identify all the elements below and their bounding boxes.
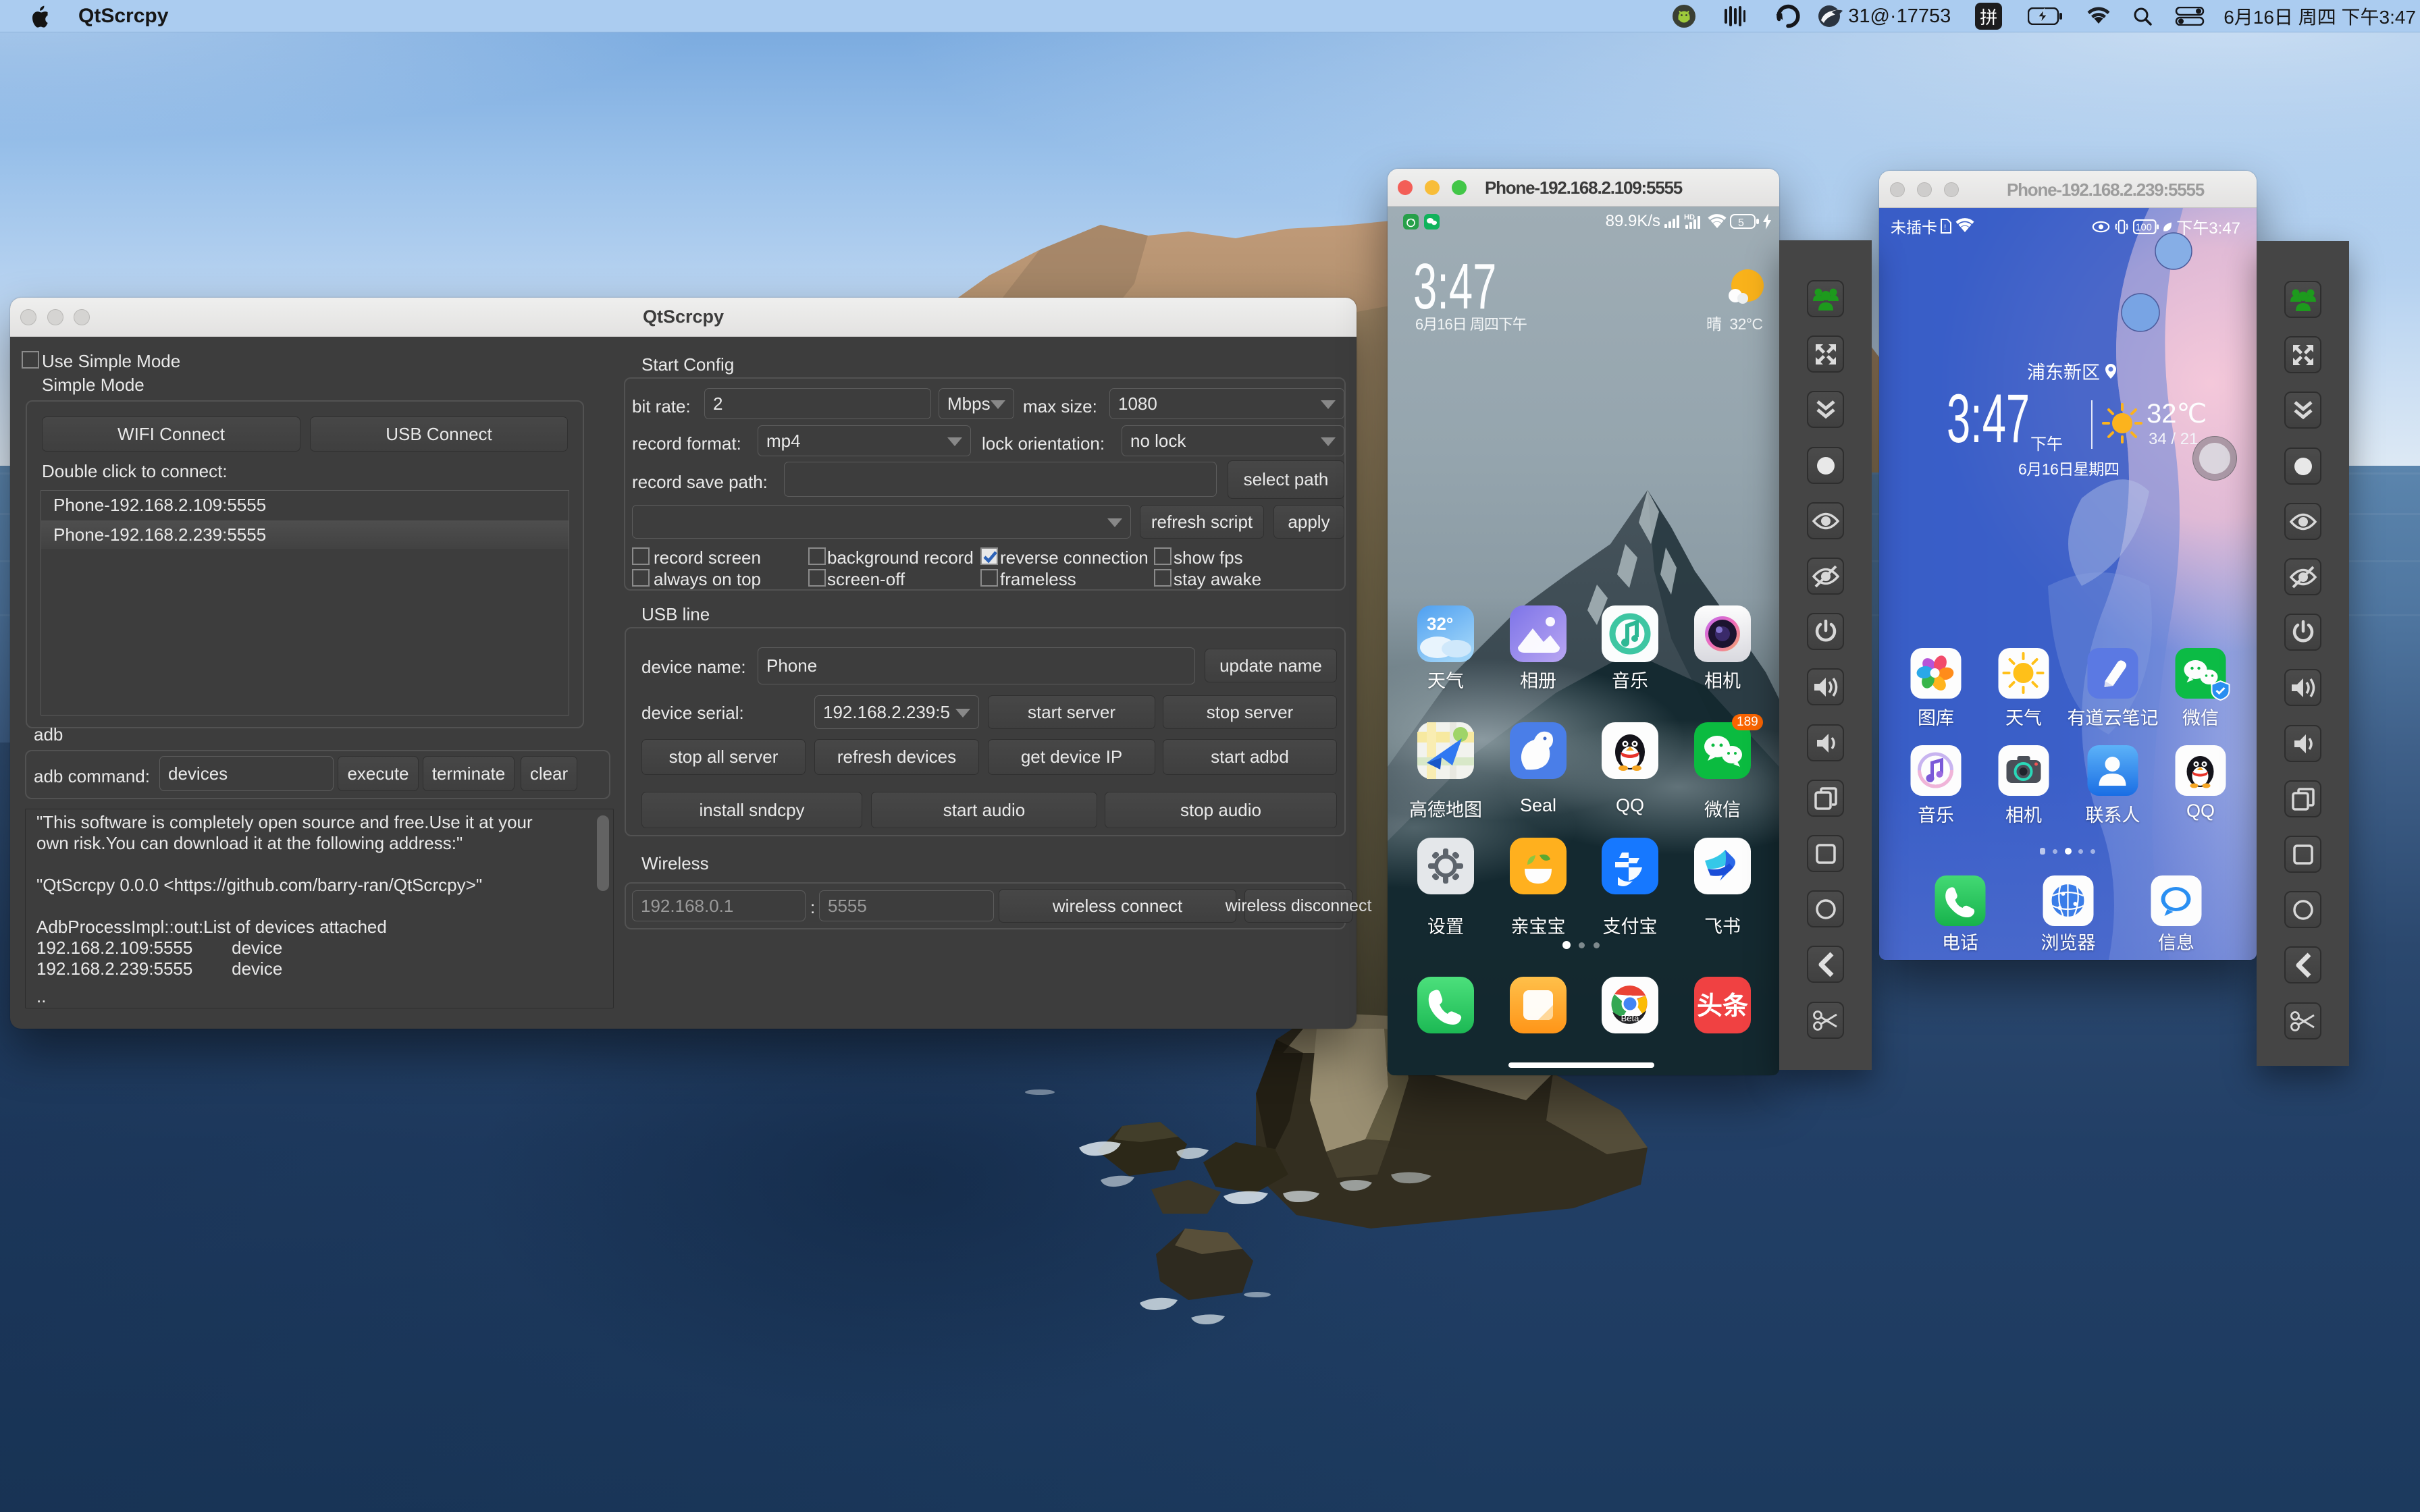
- svg-text:!: !: [1944, 223, 1946, 232]
- svg-text:32°: 32°: [1427, 614, 1453, 634]
- svg-text:头条: 头条: [1697, 992, 1748, 1021]
- svg-text:100: 100: [2136, 222, 2152, 233]
- svg-text:HD: HD: [1684, 213, 1695, 221]
- svg-text:Beta: Beta: [1621, 1013, 1640, 1023]
- svg-text:5: 5: [1738, 217, 1744, 229]
